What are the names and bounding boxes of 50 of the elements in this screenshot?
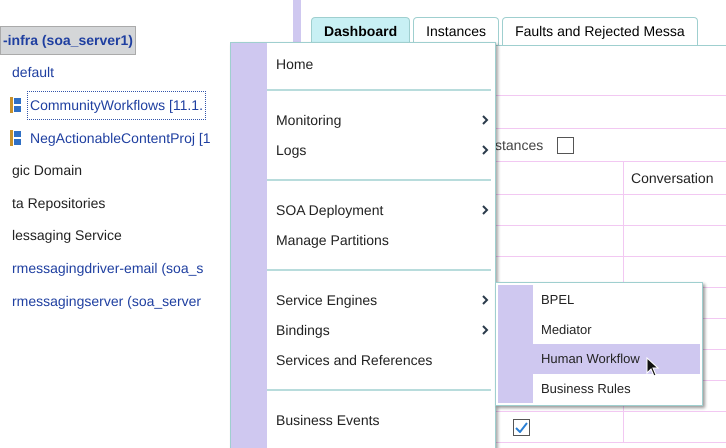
option-label: stances xyxy=(495,136,544,154)
menu-item[interactable]: Home xyxy=(267,49,491,79)
tree-item[interactable]: gic Domain xyxy=(10,157,84,184)
menu-item-label: Services and References xyxy=(276,350,432,370)
menu-item-label: Bindings xyxy=(276,320,330,340)
submenu-item[interactable]: Mediator xyxy=(498,314,700,344)
chevron-right-icon xyxy=(482,295,489,305)
tree-item[interactable]: -infra (soa_server1) xyxy=(0,26,136,55)
tab[interactable]: Faults and Rejected Messa xyxy=(502,17,698,45)
menu-item-label: Logs xyxy=(276,140,306,160)
tree-item[interactable]: rmessagingdriver-email (soa_s xyxy=(10,254,206,282)
menu-item[interactable]: Manage Partitions xyxy=(267,225,491,255)
menu-item[interactable]: Monitoring xyxy=(267,105,491,135)
checkbox[interactable] xyxy=(557,136,574,154)
submenu-item[interactable]: BPEL xyxy=(498,285,700,314)
tree-item[interactable]: lessaging Service xyxy=(10,222,124,250)
menu-item[interactable]: Bindings xyxy=(267,315,491,345)
menu-item-label: Home xyxy=(276,54,314,74)
submenu-item-label: BPEL xyxy=(540,291,574,309)
menu-item-label: SOA Deployment xyxy=(276,200,384,220)
tab[interactable]: Instances xyxy=(413,17,500,45)
submenu-item-label: Mediator xyxy=(540,320,592,338)
chevron-right-icon xyxy=(482,115,489,125)
menu-item[interactable]: Logs xyxy=(267,135,491,165)
menu-item[interactable]: Business Events xyxy=(267,405,491,435)
mouse-pointer-icon xyxy=(646,357,660,377)
menu-item-label: Manage Partitions xyxy=(276,230,389,250)
chevron-right-icon xyxy=(482,325,489,335)
composite-icon xyxy=(10,130,22,146)
menu-item-label: Service Engines xyxy=(276,290,378,310)
chevron-right-icon xyxy=(482,205,489,215)
checkbox[interactable] xyxy=(513,418,530,436)
menu-item[interactable]: SOA Deployment xyxy=(267,195,491,225)
menu-item-label: Monitoring xyxy=(276,110,342,130)
checkmark-icon xyxy=(515,422,528,432)
tree-item[interactable]: rmessagingserver (soa_server xyxy=(10,288,204,315)
tree-item[interactable]: ta Repositories xyxy=(10,190,108,217)
tree-item[interactable]: CommunityWorkflows [11.1. xyxy=(28,92,205,119)
menu-item[interactable]: Service Engines xyxy=(267,285,491,315)
submenu-item[interactable]: Human Workflow xyxy=(498,344,700,374)
column-header: Conversation xyxy=(630,169,714,188)
submenu-item[interactable]: Business Rules xyxy=(498,374,700,403)
chevron-right-icon xyxy=(482,145,489,155)
submenu-item-label: Human Workflow xyxy=(540,350,640,368)
tree-item[interactable]: default xyxy=(10,59,56,86)
menu-item[interactable]: Services and References xyxy=(267,345,491,375)
tree-item[interactable]: NegActionableContentProj [1 xyxy=(28,124,213,152)
composite-icon xyxy=(10,97,22,114)
submenu-item-label: Business Rules xyxy=(540,380,631,398)
menu-item-label: Business Events xyxy=(276,410,380,430)
